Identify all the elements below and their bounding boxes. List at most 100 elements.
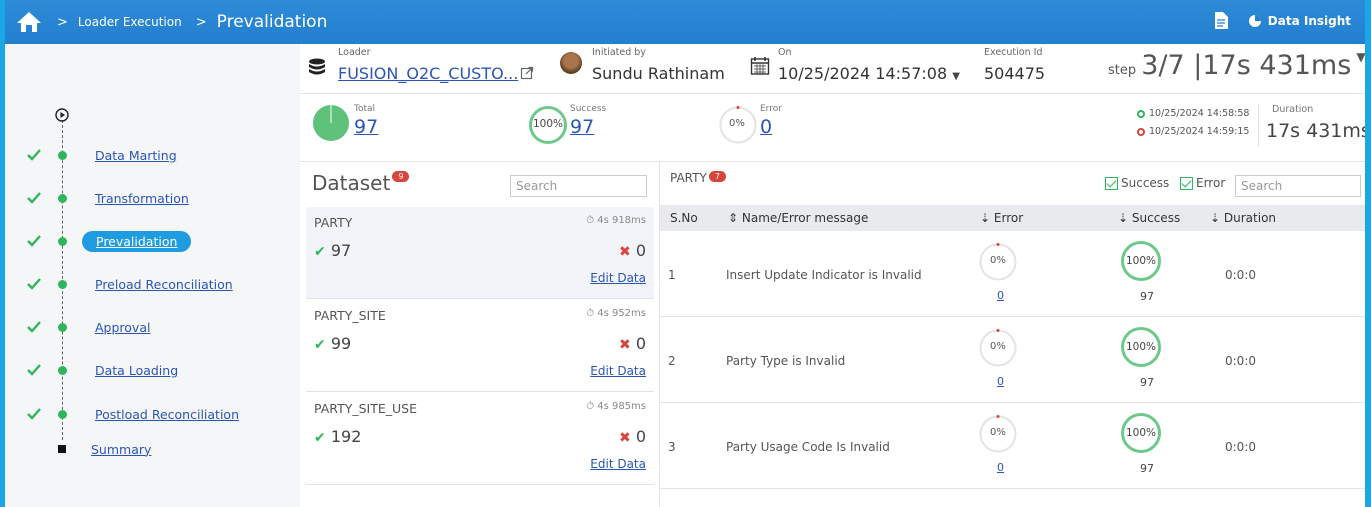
external-link-icon[interactable] [520,66,534,80]
dataset-time-text: 4s 918ms [597,215,646,226]
row-error-link[interactable]: 0 [997,461,1004,474]
check-icon: ✔ [314,430,326,446]
main-panel: Loader FUSION_O2C_CUSTO... Initiated by … [300,44,1365,507]
chevron-right-icon: > [195,14,207,30]
dataset-time-text: 4s 985ms [597,401,646,412]
success-label: Success [570,104,607,114]
end-time-text: 10/25/2024 14:59:15 [1149,126,1250,137]
step-transformation[interactable]: Transformation [5,186,295,210]
check-icon [27,321,41,333]
total-value[interactable]: 97 [354,116,378,138]
step-label-active[interactable]: Prevalidation [82,230,192,252]
row-error-pct: 0% [990,255,1006,266]
dataset-error-count: 0 [635,241,646,260]
step-square-marker [58,445,66,453]
row-sno: 2 [668,354,676,368]
row-success-pct: 100% [1126,341,1157,353]
start-dot-icon [1137,109,1145,118]
step-label[interactable]: Approval [95,320,150,335]
step-label[interactable]: Preload Reconciliation [95,277,233,292]
start-play-icon [55,108,69,122]
row-success-pct: 100% [1126,427,1157,439]
dataset-success: ✔ 97 [314,241,351,260]
row-error-link[interactable]: 0 [997,289,1004,302]
duration-label: Duration [1272,104,1314,115]
error-value[interactable]: 0 [760,116,772,138]
pie-chart-icon [1248,14,1261,27]
error-pct: 0% [729,118,745,129]
step-dot [58,150,67,160]
filter-success-checkbox[interactable]: Success [1105,176,1169,190]
loader-link[interactable]: FUSION_O2C_CUSTO... [338,64,518,83]
step-dot [58,322,67,332]
dataset-success-count: 99 [330,334,352,353]
row-success-pct: 100% [1126,255,1157,267]
filter-error-checkbox[interactable]: Error [1180,176,1225,190]
start-time: 10/25/2024 14:58:58 [1137,108,1249,119]
dataset-search-input[interactable]: Search [510,175,647,197]
dataset-error-count: 0 [635,427,646,446]
step-label[interactable]: Data Loading [95,363,178,378]
step-preload-reconciliation[interactable]: Preload Reconciliation [5,272,295,296]
col-duration[interactable]: ⇣ Duration [1210,211,1276,225]
table-row[interactable]: 2 Party Type is Invalid 0% 0 100% 97 0:0… [660,318,1365,403]
row-success-count: 97 [1140,376,1154,389]
dataset-success: ✔ 192 [314,427,361,446]
party-search-input[interactable]: Search [1235,175,1361,197]
document-icon[interactable] [1214,12,1228,29]
step-dot [58,193,67,203]
check-icon [27,192,41,204]
col-sno[interactable]: S.No [670,211,698,225]
step-label[interactable]: Postload Reconciliation [95,407,239,422]
check-icon [27,235,41,247]
step-data-loading[interactable]: Data Loading [5,358,295,382]
edit-data-link[interactable]: Edit Data [590,364,646,378]
step-postload-reconciliation[interactable]: Postload Reconciliation [5,402,295,426]
step-label[interactable]: Data Marting [95,148,177,163]
row-error-link[interactable]: 0 [997,375,1004,388]
step-approval[interactable]: Approval [5,315,295,339]
row-name: Party Type is Invalid [726,354,846,368]
on-value[interactable]: 10/25/2024 14:57:08 ▼ [778,64,960,83]
table-header: S.No ⇕ Name/Error message ⇣ Error ⇣ Succ… [660,205,1365,231]
home-icon[interactable] [15,10,43,34]
edit-data-link[interactable]: Edit Data [590,457,646,471]
col-duration-text: Duration [1223,211,1277,225]
step-value: 3/7 |17s 431ms [1141,50,1352,81]
dataset-item-party-site[interactable]: PARTY_SITE ⏱ 4s 952ms ✔ 99 ✖ 0 Edit Data [306,300,654,392]
col-name[interactable]: ⇕ Name/Error message [728,211,868,225]
step-summary[interactable]: Summary [5,437,295,461]
on-date-text: 10/25/2024 14:57:08 [778,64,948,83]
dataset-item-party[interactable]: PARTY ⏱ 4s 918ms ✔ 97 ✖ 0 Edit Data [306,207,654,299]
party-title-text: PARTY [670,171,707,185]
table-row[interactable]: 1 Insert Update Indicator is Invalid 0% … [660,232,1365,317]
total-pie-icon [313,105,349,141]
step-indicator[interactable]: step 3/7 |17s 431ms ▼ [1108,50,1365,81]
step-prevalidation[interactable]: Prevalidation [5,229,295,253]
dataset-item-party-site-use[interactable]: PARTY_SITE_USE ⏱ 4s 985ms ✔ 192 ✖ 0 Edit… [306,393,654,485]
total-label: Total [354,104,376,114]
success-value[interactable]: 97 [570,116,594,138]
row-duration: 0:0:0 [1225,440,1256,454]
table-row[interactable]: 3 Party Usage Code Is Invalid 0% 0 100% … [660,404,1365,489]
breadcrumb-loader-execution[interactable]: Loader Execution [78,15,182,29]
filter-error-label: Error [1196,176,1226,190]
col-error[interactable]: ⇣ Error [980,211,1023,225]
step-data-marting[interactable]: Data Marting [5,143,295,167]
edit-data-link[interactable]: Edit Data [590,271,646,285]
party-panel: PARTY 7 Success Error Search S.No ⇕ Name/… [660,162,1365,507]
step-label[interactable]: Summary [91,442,151,457]
col-success[interactable]: ⇣ Success [1118,211,1180,225]
row-error-pct: 0% [990,341,1006,352]
row-duration: 0:0:0 [1225,268,1256,282]
sort-desc-icon: ⇣ [980,211,991,225]
divider [1258,104,1259,146]
row-name: Party Usage Code Is Invalid [726,440,890,454]
dataset-success-count: 192 [330,427,362,446]
on-label: On [778,47,792,58]
row-success-count: 97 [1140,290,1154,303]
sort-desc-icon: ⇣ [1118,211,1129,225]
data-insight-button[interactable]: Data Insight [1248,14,1351,28]
step-label[interactable]: Transformation [95,191,189,206]
caret-down-icon: ▼ [952,71,960,82]
